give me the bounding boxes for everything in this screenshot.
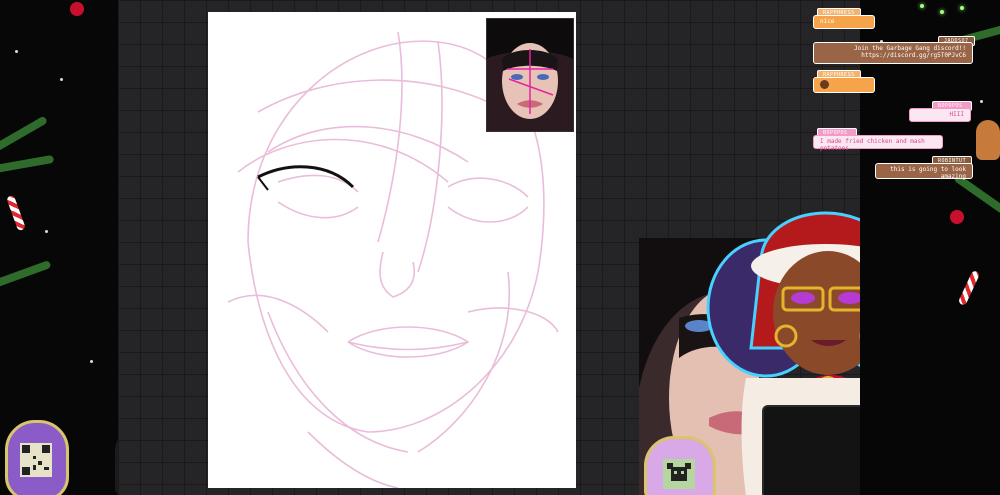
chat-text: Join the Garbage Gang discord!! https://…: [813, 42, 973, 64]
pine-branch-icon: [0, 115, 48, 153]
sparkle-icon: [90, 360, 93, 363]
left-decoration-panel: [0, 0, 161, 495]
candy-cane-icon: [6, 194, 26, 232]
chat-text: I made fried chicken and mash potatoes: [813, 135, 943, 152]
qr-code-icon: [20, 443, 52, 477]
face-emote-icon: [820, 80, 829, 89]
candy-cane-icon: [957, 269, 981, 307]
reference-portrait-image: [487, 19, 573, 131]
chat-text: HIII: [909, 108, 971, 122]
chat-text: [813, 77, 875, 93]
stream-overlay: ‹: [0, 0, 1000, 495]
pixel-pet-icon: [663, 459, 695, 489]
string-light-icon: [920, 4, 924, 8]
gingerbread-icon: [976, 120, 1000, 160]
sparkle-icon: [45, 230, 48, 233]
sparkle-icon: [15, 50, 18, 53]
pine-branch-icon: [0, 259, 52, 289]
string-light-icon: [940, 10, 944, 14]
sparkle-icon: [60, 78, 63, 81]
tamagotchi-qr-icon: [5, 420, 69, 495]
chat-text: this is going to look amazing: [875, 163, 973, 180]
right-decoration-panel: [860, 0, 1000, 495]
chat-text: nice: [813, 15, 875, 29]
reference-photo-thumbnail[interactable]: [486, 18, 574, 132]
ornament-icon: [70, 2, 84, 16]
sparkle-icon: [980, 100, 983, 103]
string-light-icon: [960, 6, 964, 10]
pine-branch-icon: [0, 154, 55, 174]
bow-icon: [950, 210, 964, 224]
